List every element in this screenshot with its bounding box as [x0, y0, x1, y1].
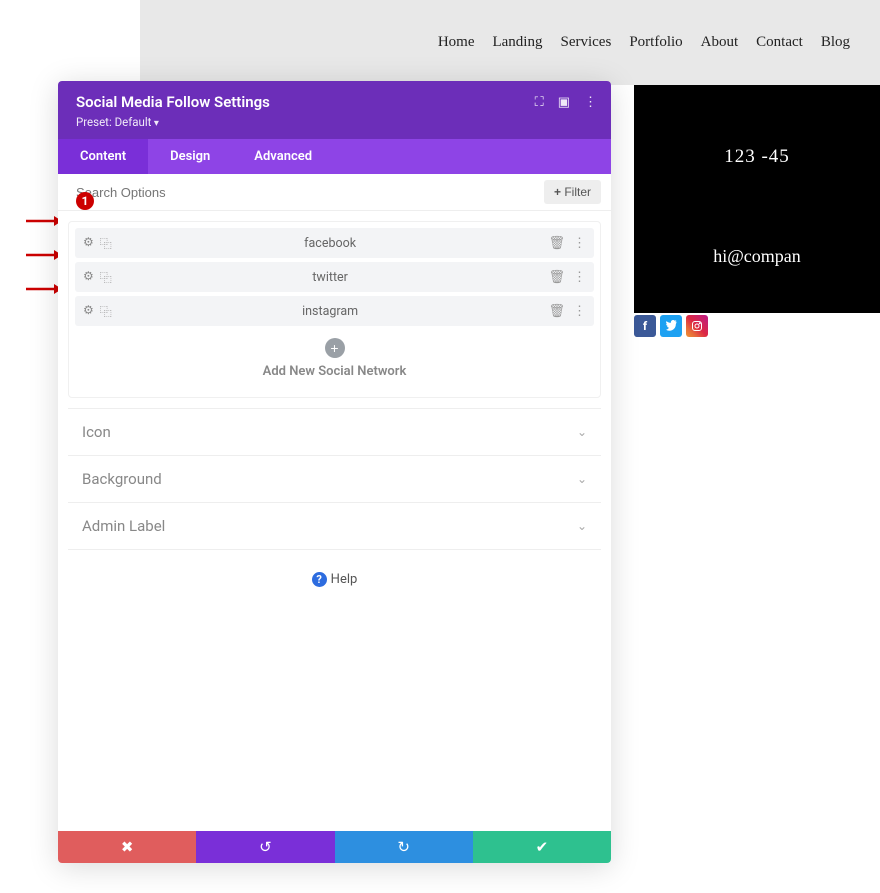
preview-email: hi@compan	[634, 246, 880, 267]
network-row[interactable]: ⚙ ⿻facebook🗑 ⋮	[75, 228, 594, 258]
chevron-down-icon: ⌄	[577, 472, 587, 486]
nav-item-contact[interactable]: Contact	[756, 34, 803, 51]
help-label: Help	[331, 572, 358, 587]
add-network-label: Add New Social Network	[75, 364, 594, 379]
network-name: twitter	[112, 270, 549, 285]
responsive-icon[interactable]: ▣	[558, 95, 570, 110]
annotation-arrow	[26, 248, 62, 262]
nav-item-portfolio[interactable]: Portfolio	[629, 34, 682, 51]
redo-button[interactable]: ↻	[335, 831, 473, 863]
tab-design[interactable]: Design	[148, 139, 232, 174]
accordion-label: Background	[82, 470, 162, 488]
more-icon[interactable]: ⋮	[584, 95, 597, 110]
modal-header: Social Media Follow Settings Preset: Def…	[58, 81, 611, 139]
network-list: ⚙⿻facebook🗑⋮⚙⿻twitter🗑⋮⚙⿻instagram🗑⋮ + A…	[68, 221, 601, 398]
nav-item-home[interactable]: Home	[438, 34, 475, 51]
accordion-background[interactable]: Background ⌄	[68, 455, 601, 502]
delete-icon[interactable]: 🗑	[548, 304, 565, 319]
settings-modal: Social Media Follow Settings Preset: Def…	[58, 81, 611, 863]
filter-button[interactable]: Filter	[544, 180, 601, 204]
modal-tabs: Content Design Advanced	[58, 139, 611, 174]
duplicate-icon[interactable]: ⿻	[100, 269, 112, 286]
save-button[interactable]: ✔	[473, 831, 611, 863]
add-network-button[interactable]: +	[325, 338, 345, 358]
annotation-arrow	[26, 214, 62, 228]
gear-icon[interactable]: ⚙	[83, 303, 94, 320]
more-icon[interactable]: ⋮	[573, 304, 586, 319]
tab-advanced[interactable]: Advanced	[232, 139, 334, 174]
top-nav: Home Landing Services Portfolio About Contact…	[140, 0, 880, 85]
preview-panel: 123 -45 hi@compan	[634, 85, 880, 313]
help-link[interactable]: ? Help	[68, 550, 601, 609]
social-preview-icons: f	[634, 315, 708, 337]
chevron-down-icon: ⌄	[577, 519, 587, 533]
more-icon[interactable]: ⋮	[573, 236, 586, 251]
delete-icon[interactable]: 🗑	[548, 236, 565, 251]
network-name: instagram	[112, 304, 549, 319]
gear-icon[interactable]: ⚙	[83, 235, 94, 252]
accordion-icon[interactable]: Icon ⌄	[68, 408, 601, 455]
facebook-icon[interactable]: f	[634, 315, 656, 337]
network-name: facebook	[112, 236, 549, 251]
twitter-icon[interactable]	[660, 315, 682, 337]
preview-phone: 123 -45	[634, 146, 880, 168]
nav-item-landing[interactable]: Landing	[492, 34, 542, 51]
duplicate-icon[interactable]: ⿻	[100, 303, 112, 320]
gear-icon[interactable]: ⚙	[83, 269, 94, 286]
preset-dropdown[interactable]: Preset: Default	[76, 115, 593, 129]
help-icon: ?	[312, 572, 327, 587]
accordion-label: Admin Label	[82, 517, 165, 535]
accordion-admin-label[interactable]: Admin Label ⌄	[68, 502, 601, 550]
cancel-button[interactable]: ✖	[58, 831, 196, 863]
undo-button[interactable]: ↺	[196, 831, 334, 863]
annotation-arrow	[26, 282, 62, 296]
nav-item-blog[interactable]: Blog	[821, 34, 850, 51]
search-row: Filter	[58, 174, 611, 211]
accordion-label: Icon	[82, 423, 111, 441]
content-area: ⚙⿻facebook🗑⋮⚙⿻twitter🗑⋮⚙⿻instagram🗑⋮ + A…	[58, 211, 611, 831]
network-row[interactable]: ⚙ ⿻instagram🗑 ⋮	[75, 296, 594, 326]
accordion-list: Icon ⌄ Background ⌄ Admin Label ⌄	[68, 408, 601, 550]
duplicate-icon[interactable]: ⿻	[100, 235, 112, 252]
annotation-badge-1: 1	[76, 192, 94, 210]
delete-icon[interactable]: 🗑	[548, 270, 565, 285]
expand-icon[interactable]: ⛶	[535, 95, 544, 110]
nav-item-about[interactable]: About	[701, 34, 739, 51]
search-input[interactable]	[58, 175, 544, 210]
modal-title: Social Media Follow Settings	[76, 93, 593, 111]
instagram-icon[interactable]	[686, 315, 708, 337]
more-icon[interactable]: ⋮	[573, 270, 586, 285]
chevron-down-icon: ⌄	[577, 425, 587, 439]
network-row[interactable]: ⚙ ⿻twitter🗑 ⋮	[75, 262, 594, 292]
modal-footer: ✖ ↺ ↻ ✔	[58, 831, 611, 863]
nav-item-services[interactable]: Services	[560, 34, 611, 51]
tab-content[interactable]: Content	[58, 139, 148, 174]
